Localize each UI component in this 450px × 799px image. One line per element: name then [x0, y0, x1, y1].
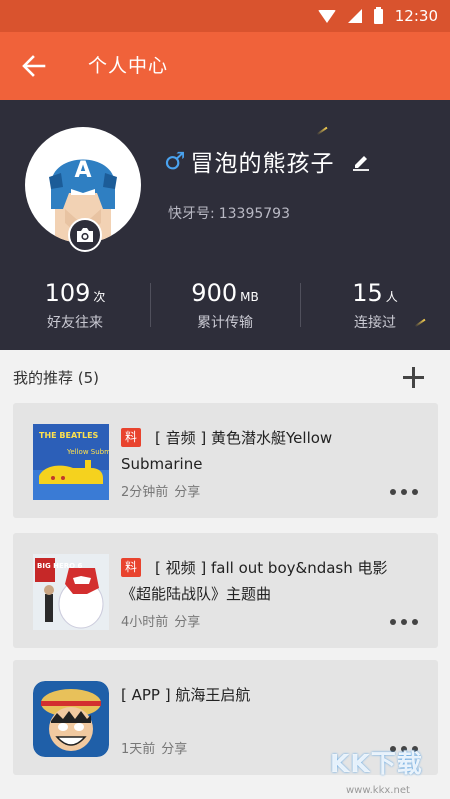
- recommend-header: 我的推荐 (5): [0, 350, 450, 404]
- site-watermark: KK下载: [330, 749, 423, 778]
- dot-icon: [412, 489, 418, 495]
- card-action: 分享: [161, 742, 188, 757]
- kuaiya-id: 快牙号: 13395793: [168, 203, 290, 223]
- stat-unit: 人: [385, 290, 398, 304]
- profile-header: A ♂ 冒泡的熊孩子 快牙号: 13395793 109 次 好友往来 900 MB …: [0, 100, 450, 350]
- card-title: [ APP ] 航海王启航: [121, 682, 411, 708]
- more-options-button[interactable]: [390, 619, 418, 625]
- camera-icon: [77, 228, 93, 242]
- user-name-row: ♂ 冒泡的熊孩子: [164, 144, 371, 178]
- stat-friends: 109 次 好友往来: [0, 278, 150, 338]
- stat-unit: 次: [93, 290, 106, 304]
- album-thumbnail: THE BEATLES Yellow Submarine: [33, 424, 109, 500]
- add-recommend-button[interactable]: [400, 364, 428, 392]
- status-bar: 12:30: [0, 0, 450, 32]
- kuaiya-id-value: 13395793: [218, 206, 290, 222]
- card-title-text: [ APP ] 航海王启航: [121, 686, 251, 704]
- recommend-title: 我的推荐 (5): [13, 369, 100, 387]
- stat-value: 900: [191, 279, 238, 307]
- card-action: 分享: [174, 485, 201, 500]
- tag-badge: 料: [121, 558, 141, 577]
- card-title-text: [ 视频 ] fall out boy&ndash 电影《超能陆战队》主题曲: [121, 559, 388, 603]
- arrow-left-icon: [22, 55, 46, 77]
- app-bar: 个人中心: [0, 32, 450, 100]
- card-title: 料[ 视频 ] fall out boy&ndash 电影《超能陆战队》主题曲: [121, 555, 411, 607]
- card-time: 1天前: [121, 742, 156, 757]
- dot-icon: [412, 619, 418, 625]
- stat-connections: 15 人 连接过: [300, 278, 450, 338]
- stat-transfer: 900 MB 累计传输: [150, 278, 300, 338]
- card-meta: 1天前 分享: [121, 738, 187, 757]
- stat-label: 连接过: [354, 315, 396, 331]
- dot-icon: [401, 619, 407, 625]
- card-action: 分享: [174, 615, 201, 630]
- recommend-card[interactable]: BIG HERO 6 料[ 视频 ] fall out boy&ndash 电影…: [13, 533, 438, 648]
- movie-thumbnail: BIG HERO 6: [33, 554, 109, 630]
- signal-icon: [347, 9, 362, 23]
- avatar-letter: A: [74, 158, 91, 183]
- dot-icon: [401, 489, 407, 495]
- card-meta: 2分钟前 分享: [121, 481, 200, 500]
- card-time: 4小时前: [121, 615, 169, 630]
- status-time: 12:30: [394, 7, 438, 25]
- star-decoration: [316, 126, 328, 136]
- card-title-text: [ 音频 ] 黄色潜水艇Yellow Submarine: [121, 429, 333, 473]
- site-watermark-url: www.kkx.net: [346, 785, 410, 796]
- stats-row: 109 次 好友往来 900 MB 累计传输 15 人 连接过: [0, 278, 450, 338]
- stat-label: 累计传输: [197, 315, 253, 331]
- recommend-card[interactable]: THE BEATLES Yellow Submarine 料[ 音频 ] 黄色潜…: [13, 403, 438, 518]
- wifi-icon: [317, 9, 336, 23]
- card-meta: 4小时前 分享: [121, 611, 200, 630]
- app-thumbnail: [33, 681, 109, 757]
- change-avatar-button[interactable]: [68, 218, 102, 252]
- stat-value: 109: [44, 279, 91, 307]
- male-gender-icon: ♂: [164, 147, 187, 175]
- stat-unit: MB: [240, 290, 259, 304]
- more-options-button[interactable]: [390, 489, 418, 495]
- svg-text:BIG HERO 6: BIG HERO 6: [37, 562, 83, 570]
- svg-text:THE BEATLES: THE BEATLES: [39, 431, 99, 440]
- battery-icon: [373, 6, 383, 24]
- card-time: 2分钟前: [121, 485, 169, 500]
- stat-label: 好友往来: [47, 315, 103, 331]
- dot-icon: [390, 489, 396, 495]
- user-name: 冒泡的熊孩子: [190, 151, 335, 177]
- tag-badge: 料: [121, 428, 141, 447]
- back-button[interactable]: [14, 46, 54, 86]
- edit-name-button[interactable]: [351, 151, 371, 171]
- stat-value: 15: [352, 279, 383, 307]
- dot-icon: [390, 619, 396, 625]
- kuaiya-id-label: 快牙号:: [168, 206, 215, 222]
- page-title: 个人中心: [88, 55, 169, 77]
- pencil-icon: [352, 156, 369, 171]
- svg-text:Yellow Submarine: Yellow Submarine: [66, 448, 109, 456]
- card-title: 料[ 音频 ] 黄色潜水艇Yellow Submarine: [121, 425, 411, 477]
